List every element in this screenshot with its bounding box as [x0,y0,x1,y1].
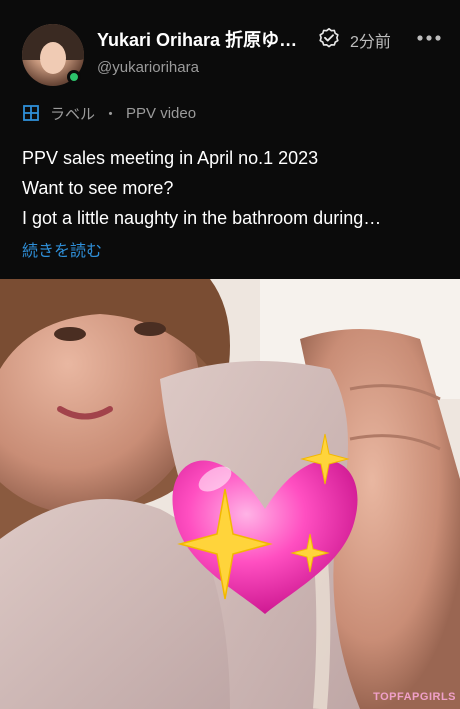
post-photo-illustration [0,279,460,709]
tag-label: ラベル [50,105,96,123]
read-more-link[interactable]: 続きを読む [22,237,102,261]
author-handle[interactable]: @yukariorihara [97,59,199,76]
more-dots-icon[interactable] [416,31,442,45]
post-header: Yukari Orihara 折原ゆ… 2分前 @yukariorihara ラ… [0,0,460,279]
post-tag-row: ラベル ・ PPV video [22,102,196,124]
label-icon [23,105,39,121]
post-photo[interactable]: TOPFAPGIRLS [0,279,460,709]
author-display-name[interactable]: Yukari Orihara 折原ゆ… [97,26,311,52]
post-text-line: PPV sales meeting in April no.1 2023 [22,148,319,168]
tag-separator: ・ [103,105,119,123]
online-status-dot [67,70,81,84]
post-text-line: Want to see more? [22,178,174,198]
post-text-line: I got a little naughty in the bathroom d… [22,208,382,228]
verified-check-icon [319,28,339,48]
post-text: PPV sales meeting in April no.1 2023 Wan… [22,143,442,233]
tag-value: PPV video [126,104,197,122]
watermark: TOPFAPGIRLS [373,691,456,703]
post-timestamp: 2分前 [350,34,391,51]
avatar-face [40,42,66,74]
